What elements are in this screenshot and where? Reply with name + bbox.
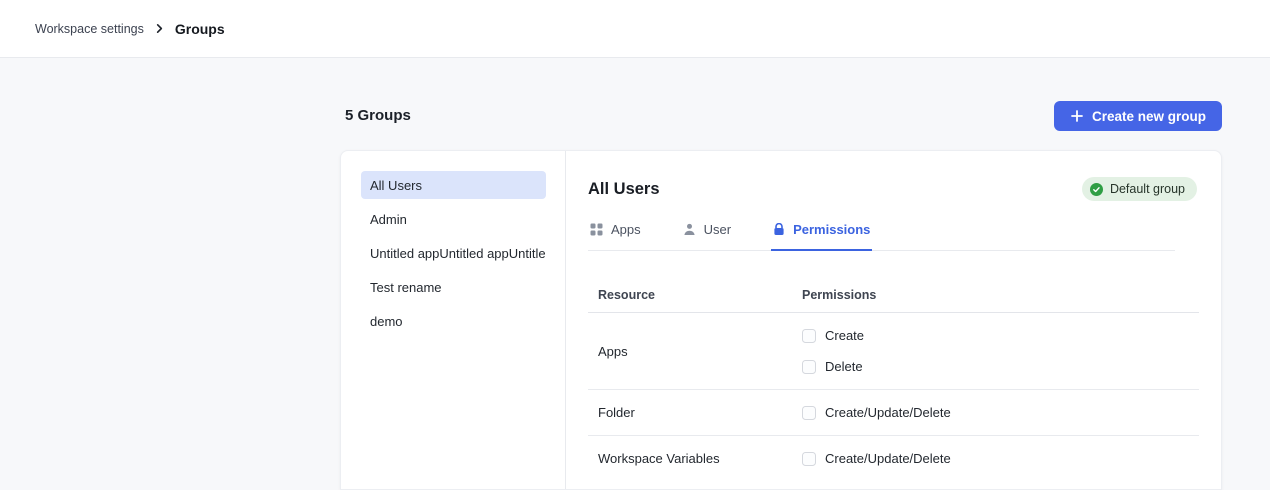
tab-permissions-label: Permissions	[793, 222, 870, 237]
groups-count-label: 5 Groups	[345, 107, 411, 124]
plus-icon	[1070, 109, 1084, 123]
table-row-workspace-variables: Workspace Variables Create/Update/Delete	[588, 436, 1199, 481]
groups-panel: All Users Admin Untitled appUntitled app…	[340, 150, 1222, 490]
group-detail-header: All Users Default group	[588, 175, 1197, 203]
resource-label: Workspace Variables	[588, 451, 802, 466]
permissions-table-header: Resource Permissions	[588, 277, 1199, 313]
group-item-untitled-app[interactable]: Untitled appUntitled appUntitle…	[361, 239, 546, 267]
check-circle-icon	[1090, 183, 1103, 196]
grid-icon	[590, 223, 603, 236]
lock-icon	[773, 223, 785, 236]
permission-label: Delete	[825, 359, 863, 374]
permissions-cell: Create/Update/Delete	[802, 451, 951, 466]
tab-apps-label: Apps	[611, 222, 641, 237]
chevron-right-icon	[154, 23, 165, 34]
tab-permissions[interactable]: Permissions	[771, 216, 872, 251]
table-row-apps: Apps Create Delete	[588, 313, 1199, 390]
group-item-all-users[interactable]: All Users	[361, 171, 546, 199]
resource-label: Folder	[588, 405, 802, 420]
permission-option: Create/Update/Delete	[802, 405, 951, 420]
create-new-group-button[interactable]: Create new group	[1054, 101, 1222, 131]
breadcrumb-workspace-settings[interactable]: Workspace settings	[35, 22, 144, 36]
folder-cud-checkbox[interactable]	[802, 406, 816, 420]
permission-option: Create	[802, 328, 864, 343]
permissions-column-header: Permissions	[802, 288, 876, 302]
topbar: Workspace settings Groups	[0, 0, 1270, 58]
permissions-cell: Create Delete	[802, 328, 864, 374]
resource-column-header: Resource	[588, 288, 802, 302]
group-detail: All Users Default group Apps User	[566, 151, 1221, 489]
tab-apps[interactable]: Apps	[588, 216, 643, 251]
permission-option: Create/Update/Delete	[802, 451, 951, 466]
permission-label: Create/Update/Delete	[825, 405, 951, 420]
workspace-variables-cud-checkbox[interactable]	[802, 452, 816, 466]
permissions-cell: Create/Update/Delete	[802, 405, 951, 420]
apps-create-checkbox[interactable]	[802, 329, 816, 343]
tab-user[interactable]: User	[681, 216, 733, 251]
breadcrumb-groups: Groups	[175, 21, 225, 37]
group-item-demo[interactable]: demo	[361, 307, 546, 335]
group-title: All Users	[588, 180, 660, 199]
default-group-label: Default group	[1110, 182, 1185, 196]
create-new-group-label: Create new group	[1092, 109, 1206, 124]
apps-delete-checkbox[interactable]	[802, 360, 816, 374]
tab-user-label: User	[704, 222, 731, 237]
group-item-admin[interactable]: Admin	[361, 205, 546, 233]
permission-label: Create	[825, 328, 864, 343]
resource-label: Apps	[588, 344, 802, 359]
group-item-test-rename[interactable]: Test rename	[361, 273, 546, 301]
permissions-table: Resource Permissions Apps Create Delete	[588, 277, 1199, 481]
tab-bar: Apps User Permissions	[588, 216, 1175, 251]
default-group-badge: Default group	[1082, 177, 1197, 201]
permission-option: Delete	[802, 359, 864, 374]
table-row-folder: Folder Create/Update/Delete	[588, 390, 1199, 436]
group-list: All Users Admin Untitled appUntitled app…	[341, 151, 566, 489]
user-icon	[683, 223, 696, 236]
permission-label: Create/Update/Delete	[825, 451, 951, 466]
